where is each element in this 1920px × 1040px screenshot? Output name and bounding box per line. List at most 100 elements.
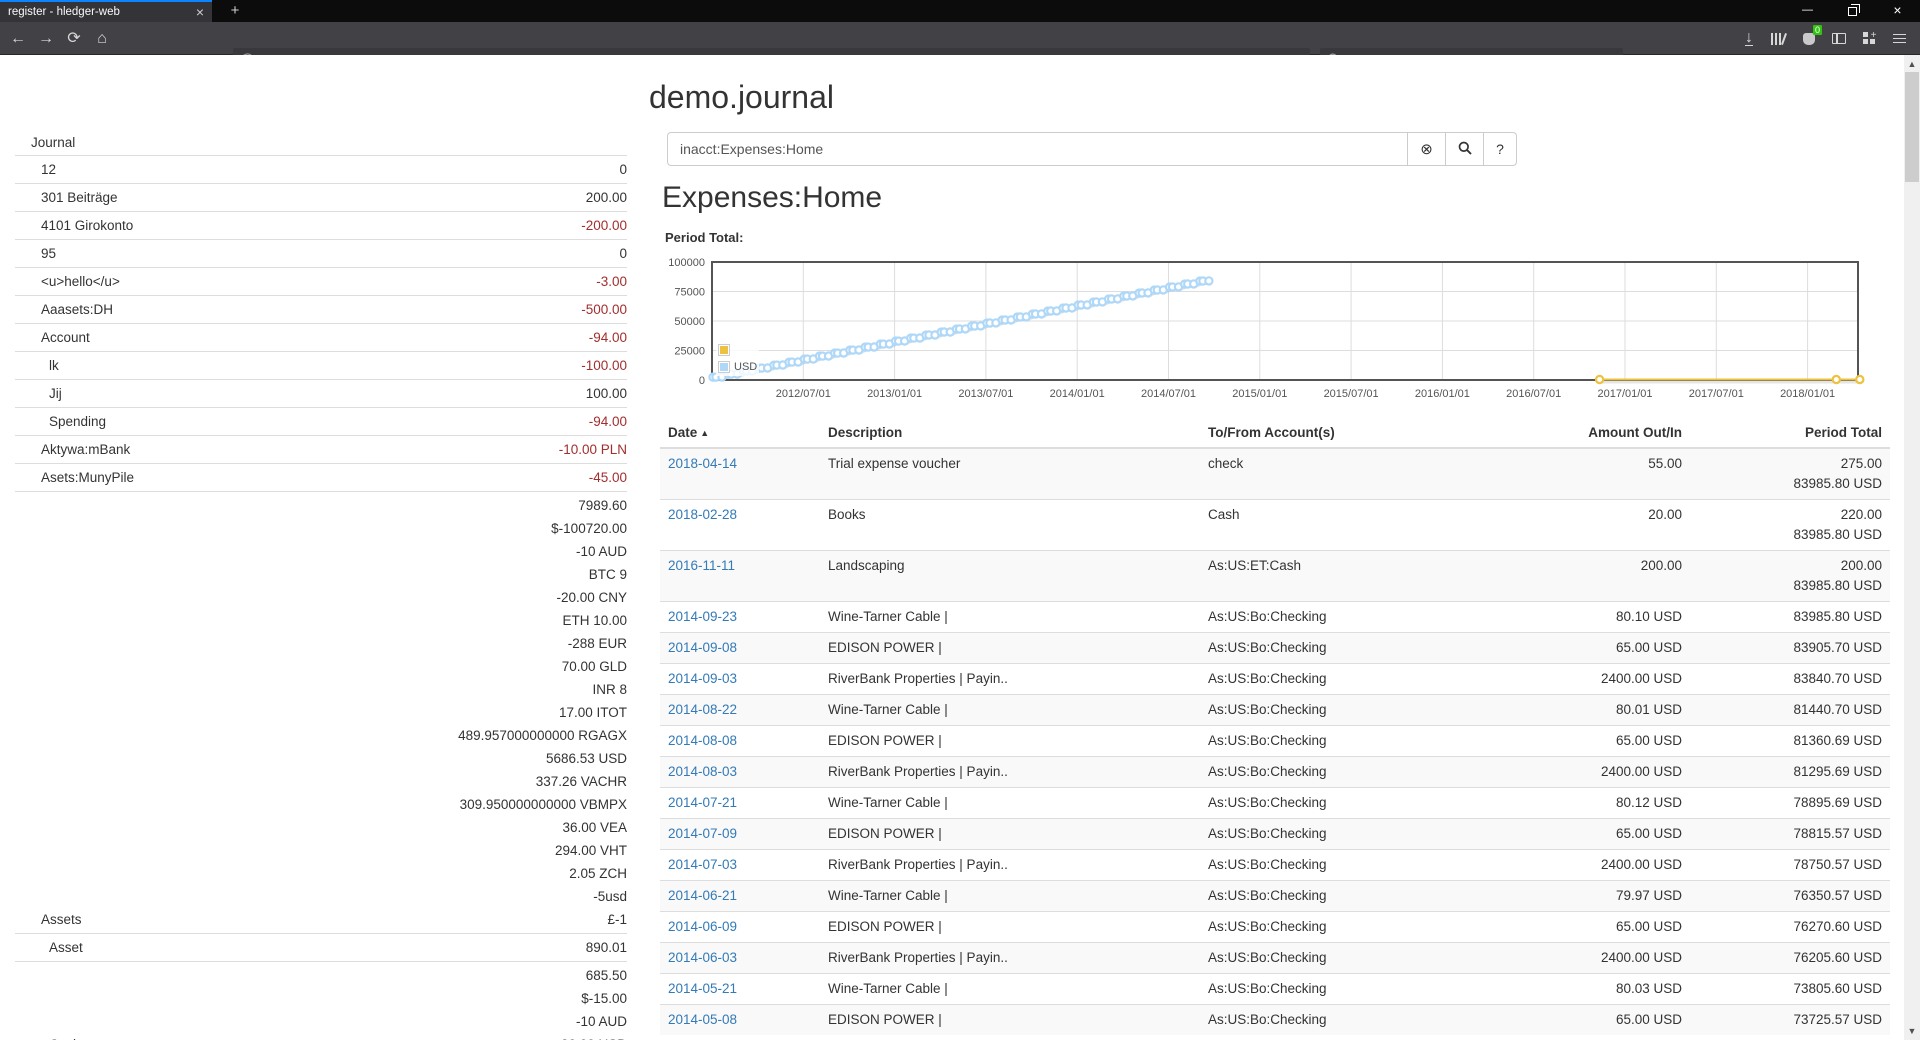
svg-text:2013/07/01: 2013/07/01 (958, 388, 1013, 400)
account-name[interactable]: Asset (15, 937, 83, 959)
query-form: ⊗ ? (667, 132, 1517, 166)
account-name[interactable]: Account (15, 327, 90, 349)
transaction-date-link[interactable]: 2014-09-08 (668, 640, 737, 655)
forward-icon[interactable]: → (32, 25, 60, 53)
browser-tab[interactable]: register - hledger-web × (0, 0, 212, 22)
clear-query-button[interactable]: ⊗ (1407, 132, 1446, 166)
transaction-date-link[interactable]: 2014-06-21 (668, 888, 737, 903)
search-button[interactable] (1445, 132, 1484, 166)
transaction-date-link[interactable]: 2014-08-03 (668, 764, 737, 779)
account-name[interactable]: 12 (15, 159, 56, 181)
column-header-period-total[interactable]: Period Total (1690, 418, 1890, 448)
help-button[interactable]: ? (1483, 132, 1517, 166)
transaction-amount: 55.00 (1500, 448, 1690, 500)
transaction-amount: 80.12 USD (1500, 788, 1690, 819)
back-icon[interactable]: ← (4, 25, 32, 53)
transaction-date-link[interactable]: 2018-02-28 (668, 507, 737, 522)
transaction-account: As:US:Bo:Checking (1200, 633, 1500, 664)
account-name[interactable]: Assets (15, 909, 82, 931)
transaction-amount: 2400.00 USD (1500, 850, 1690, 881)
table-row: 2014-06-03RiverBank Properties | Payin..… (660, 943, 1890, 974)
downloads-icon[interactable]: ↓ (1734, 26, 1764, 52)
transaction-date-link[interactable]: 2014-07-09 (668, 826, 737, 841)
transaction-amount: 79.97 USD (1500, 881, 1690, 912)
account-balance: -94.00 (589, 410, 627, 433)
transaction-date-link[interactable]: 2014-09-23 (668, 609, 737, 624)
transaction-amount: 65.00 USD (1500, 1005, 1690, 1036)
transaction-account: As:US:Bo:Checking (1200, 664, 1500, 695)
table-row: 2014-06-21Wine-Tarner Cable |As:US:Bo:Ch… (660, 881, 1890, 912)
column-header-description[interactable]: Description (820, 418, 1200, 448)
transaction-account: As:US:Bo:Checking (1200, 788, 1500, 819)
transaction-date-link[interactable]: 2016-11-11 (668, 558, 735, 573)
column-header-account[interactable]: To/From Account(s) (1200, 418, 1500, 448)
scrollbar-thumb[interactable] (1905, 72, 1919, 182)
account-name[interactable]: Spending (15, 411, 106, 433)
account-name[interactable]: Jij (15, 383, 62, 405)
account-name[interactable]: Aktywa:mBank (15, 439, 130, 461)
svg-text:75000: 75000 (674, 287, 705, 299)
column-header-date[interactable]: Date▲ (660, 418, 820, 448)
transaction-account: Cash (1200, 500, 1500, 551)
account-name[interactable]: 95 (15, 243, 56, 265)
window-restore-button[interactable] (1830, 0, 1875, 22)
transaction-date-link[interactable]: 2014-08-22 (668, 702, 737, 717)
table-row: 2018-02-28BooksCash20.00220.0083985.80 U… (660, 500, 1890, 551)
transaction-account: As:US:Bo:Checking (1200, 819, 1500, 850)
account-balance: -500.00 (581, 298, 627, 321)
register-table: Date▲ Description To/From Account(s) Amo… (660, 418, 1890, 1035)
transaction-account: As:US:Bo:Checking (1200, 881, 1500, 912)
menu-icon[interactable] (1884, 26, 1914, 52)
transaction-date-link[interactable]: 2014-08-08 (668, 733, 737, 748)
extension-icon[interactable]: 0 (1794, 26, 1824, 52)
column-header-amount[interactable]: Amount Out/In (1500, 418, 1690, 448)
account-name[interactable]: 301 Beiträge (15, 187, 118, 209)
period-total: 220.0083985.80 USD (1690, 500, 1890, 551)
account-name[interactable]: 4101 Girokonto (15, 215, 133, 237)
transaction-date-link[interactable]: 2018-04-14 (668, 456, 737, 471)
transaction-date-link[interactable]: 2014-07-21 (668, 795, 737, 810)
account-name[interactable]: lk (15, 355, 59, 377)
period-total: 73725.57 USD (1690, 1005, 1890, 1036)
new-tab-button[interactable]: + (222, 0, 248, 22)
svg-text:2018/01/01: 2018/01/01 (1780, 388, 1835, 400)
account-balance: -3.00 (596, 270, 627, 293)
account-name[interactable]: <u>hello</u> (15, 271, 120, 293)
sidebar-toggle-icon[interactable] (1824, 26, 1854, 52)
period-total: 78895.69 USD (1690, 788, 1890, 819)
chart-canvas: 2012/07/012013/01/012013/07/012014/01/01… (640, 250, 1900, 405)
account-name[interactable]: Asets:MunyPile (15, 467, 134, 489)
sidebar-account-row: 301 Beiträge200.00 (15, 183, 627, 211)
page-content: Journal 120301 Beiträge200.004101 Giroko… (0, 55, 1904, 1040)
period-total: 83840.70 USD (1690, 664, 1890, 695)
activity-grid-icon[interactable]: + (1854, 26, 1884, 52)
register-heading: Expenses:Home (662, 181, 882, 215)
transaction-account: As:US:Bo:Checking (1200, 726, 1500, 757)
browser-titlebar: register - hledger-web × + — × (0, 0, 1920, 22)
window-minimize-button[interactable]: — (1785, 0, 1830, 22)
home-icon[interactable]: ⌂ (88, 25, 116, 53)
transaction-amount: 2400.00 USD (1500, 943, 1690, 974)
window-close-button[interactable]: × (1875, 0, 1920, 22)
reload-icon[interactable]: ⟳ (60, 25, 88, 53)
scroll-down-icon[interactable]: ▼ (1904, 1024, 1920, 1038)
query-input[interactable] (667, 132, 1408, 166)
tab-close-icon[interactable]: × (196, 4, 204, 20)
sidebar-item-journal[interactable]: Journal (15, 131, 627, 155)
transaction-date-link[interactable]: 2014-05-08 (668, 1012, 737, 1027)
transaction-account: As:US:Bo:Checking (1200, 912, 1500, 943)
transaction-date-link[interactable]: 2014-07-03 (668, 857, 737, 872)
account-name[interactable]: Aaasets:DH (15, 299, 113, 321)
transaction-date-link[interactable]: 2014-05-21 (668, 981, 737, 996)
page-scrollbar[interactable]: ▲ ▼ (1904, 55, 1920, 1040)
account-balance: -94.00 (589, 326, 627, 349)
transaction-date-link[interactable]: 2014-09-03 (668, 671, 737, 686)
browser-toolbar: ← → ⟳ ⌂ demo.hledger.org/register?q=inac… (0, 22, 1920, 55)
sidebar-account-row: Assets7989.60$-100720.00-10 AUDBTC 9-20.… (15, 491, 627, 933)
scroll-up-icon[interactable]: ▲ (1904, 57, 1920, 71)
transaction-date-link[interactable]: 2014-06-03 (668, 950, 737, 965)
library-icon[interactable] (1764, 26, 1794, 52)
account-name[interactable]: Cash (15, 1034, 81, 1040)
transaction-date-link[interactable]: 2014-06-09 (668, 919, 737, 934)
restore-icon (1848, 7, 1857, 16)
